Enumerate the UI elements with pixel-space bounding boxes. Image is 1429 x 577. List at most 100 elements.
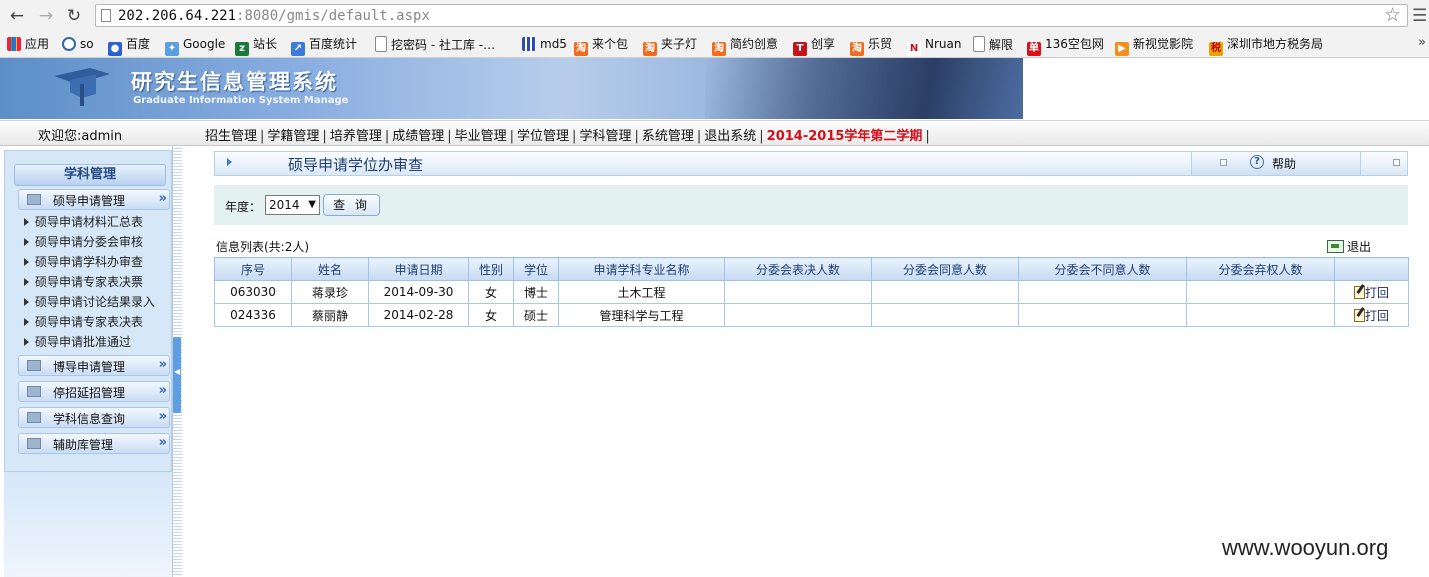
cell-action: 打回 [1334,303,1409,327]
sidebar-group-master-supervisor[interactable]: 硕导申请管理 » [18,189,170,210]
sidebar-item[interactable]: 硕导申请分委会审核 [24,233,174,251]
sidebar-group-label: 停招延招管理 [53,386,126,400]
cell-id: 024336 [214,303,292,327]
cell-gender: 女 [468,303,514,327]
column-header: 申请日期 [368,257,469,281]
bookmark-item[interactable]: 解限 [973,36,1013,53]
sidebar-item[interactable]: 硕导申请讨论结果录入 [24,293,174,311]
sidebar-item[interactable]: 硕导申请专家表决票 [24,273,174,291]
table-row: 063030 蒋录珍 2014-09-30 女 博士 土木工程 打回 [214,280,1409,304]
baidu-paw-icon: ● [108,42,122,56]
browser-menu-icon[interactable]: ☰ [1412,5,1427,27]
sidebar-group-discipline-query[interactable]: 学科信息查询 » [18,407,170,428]
back-icon[interactable]: ← [6,5,28,27]
app-header: 研究生信息管理系统 Graduate Information System Ma… [0,58,1429,120]
menu-degree[interactable]: 学位管理 [517,125,569,144]
graduation-cap-icon [54,68,110,106]
cell-voters [724,280,872,304]
menu-grades[interactable]: 成绩管理 [392,125,444,144]
forward-icon[interactable]: → [35,5,57,27]
query-button[interactable]: 查 询 [323,194,380,216]
menu-graduation[interactable]: 毕业管理 [455,125,507,144]
year-select[interactable]: 2014 ▼ [265,195,320,215]
bookmark-item[interactable]: 淘夹子灯 [643,36,697,56]
bookmark-item[interactable]: 挖密码 - 社工库 -… [375,36,495,53]
column-header: 分委会表决人数 [724,257,872,281]
bookmark-item[interactable]: ▶ 新视觉影院 [1115,36,1193,56]
menu-logout[interactable]: 退出系统 [704,125,756,144]
bookmark-item[interactable]: N Nruan [907,36,961,56]
bookmark-item[interactable]: T 创享 [793,36,835,56]
system-subtitle: Graduate Information System Manage [133,95,349,106]
column-header: 姓名 [291,257,369,281]
bookmark-item[interactable]: 应用 [7,36,49,53]
bullet-icon [24,338,29,346]
reload-icon[interactable]: ↻ [63,5,85,27]
taobao-icon: 淘 [643,42,657,56]
cell-agree [871,280,1019,304]
browser-toolbar: ← → ↻ 202.206.64.221:8080/gmis/default.a… [0,0,1429,33]
sidebar-item[interactable]: 硕导申请材料汇总表 [24,213,174,231]
cell-disagree [1018,280,1187,304]
bookmarks-overflow-icon[interactable]: » [1418,35,1426,50]
double-chevron-icon: » [158,435,167,450]
sidebar-item[interactable]: 硕导申请学科办审查 [24,253,174,271]
cell-id: 063030 [214,280,292,304]
sidebar-item[interactable]: 硕导申请专家表决表 [24,313,174,331]
column-header: 分委会弃权人数 [1186,257,1335,281]
cell-voters [724,303,872,327]
folder-icon [27,386,41,397]
reject-link[interactable]: 打回 [1353,285,1389,300]
bookmark-item[interactable]: 税深圳市地方税务局 [1209,36,1323,56]
help-link[interactable]: 帮助 [1272,155,1296,172]
exit-link[interactable]: 退出 [1327,238,1371,255]
taobao-icon: 淘 [574,42,588,56]
chart-icon: ↗ [291,42,305,56]
column-header: 性别 [468,257,514,281]
address-bar[interactable]: 202.206.64.221:8080/gmis/default.aspx [95,4,1408,27]
sidebar-item[interactable]: 硕导申请批准通过 [24,333,174,351]
bookmark-item[interactable]: 淘简约创意 [712,36,778,56]
menu-system[interactable]: 系统管理 [642,125,694,144]
bookmark-item[interactable]: ↗ 百度统计 [291,36,357,56]
sidebar-group-suspend[interactable]: 停招延招管理 » [18,381,170,402]
cell-action: 打回 [1334,280,1409,304]
bookmark-star-icon[interactable]: ☆ [1384,2,1401,28]
reject-link[interactable]: 打回 [1353,308,1389,323]
page-icon [101,9,111,22]
bookmark-item[interactable]: 单 136空包网 [1027,36,1104,56]
bookmark-item[interactable]: ● 百度 [108,36,150,56]
collapse-sidebar-handle[interactable]: ◀ [173,337,181,413]
help-icon[interactable]: ? [1250,155,1264,169]
bookmark-item[interactable]: md5 [522,36,567,53]
menu-admissions[interactable]: 招生管理 [205,125,257,144]
sidebar-group-doctoral-supervisor[interactable]: 博导申请管理 » [18,355,170,376]
bookmark-item[interactable]: z 站长 [235,36,277,56]
title-arrow-icon [227,158,232,166]
menu-discipline[interactable]: 学科管理 [579,125,631,144]
bullet-icon [24,278,29,286]
sidebar-group-label: 硕导申请管理 [53,194,126,208]
bookmark-item[interactable]: 淘来个包 [574,36,628,56]
collapse-arrow-icon: ◀ [174,367,181,376]
url-path: :8080/gmis/default.aspx [236,8,430,24]
double-chevron-icon: » [158,409,167,424]
dan-icon: 单 [1027,42,1041,56]
folder-icon [27,438,41,449]
folder-icon [27,412,41,423]
sidebar-group-auxiliary[interactable]: 辅助库管理 » [18,433,170,454]
bookmark-item[interactable]: ✦ Google [165,36,225,56]
column-header: 序号 [214,257,292,281]
n-icon: N [907,42,921,56]
bookmark-item[interactable]: 淘乐贸 [850,36,892,56]
sidebar-group-label: 博导申请管理 [53,360,126,374]
column-header: 分委会同意人数 [871,257,1019,281]
page-icon [973,36,985,52]
bookmark-item[interactable]: so [62,36,94,53]
menu-training[interactable]: 培养管理 [330,125,382,144]
so-icon [62,37,76,51]
welcome-text: 欢迎您:admin [38,129,123,144]
system-title: 研究生信息管理系统 [131,70,338,94]
bullet-icon [24,238,29,246]
menu-enrollment[interactable]: 学籍管理 [267,125,319,144]
